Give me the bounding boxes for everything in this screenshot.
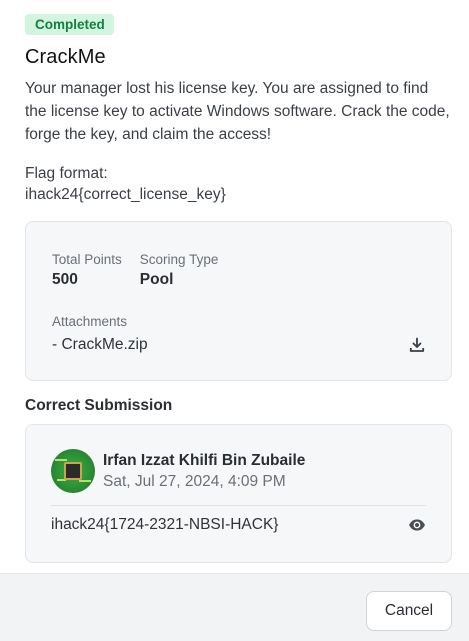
flag-format-value: ihack24{correct_license_key} (25, 186, 226, 203)
challenge-modal: Completed CrackMe Your manager lost his … (0, 0, 469, 641)
correct-submission-title: Correct Submission (25, 397, 173, 414)
scoring-type-value: Pool (139, 271, 174, 288)
modal-content: Completed CrackMe Your manager lost his … (0, 0, 469, 563)
submission-timestamp: Sat, Jul 27, 2024, 4:09 PM (103, 472, 286, 490)
total-points: Total Points 500 (52, 252, 122, 289)
avatar-trace (55, 459, 67, 461)
avatar-trace (79, 480, 91, 482)
submitted-flag-row: ihack24{1724-2321-NBSI-HACK} (51, 516, 426, 534)
modal-footer: Cancel (0, 573, 469, 641)
scoring-type: Scoring Type Pool (140, 252, 219, 289)
scoring-type-label: Scoring Type (139, 252, 219, 267)
challenge-title: CrackMe (25, 46, 106, 68)
flag-format-label: Flag format: (25, 165, 108, 182)
submitter-info: Irfan Izzat Khilfi Bin Zubaile Sat, Jul … (103, 452, 305, 491)
submission-card: Irfan Izzat Khilfi Bin Zubaile Sat, Jul … (25, 424, 452, 563)
attachment-item[interactable]: - CrackMe.zip (52, 336, 426, 354)
avatar-chip (64, 462, 82, 480)
submitter-name: Irfan Izzat Khilfi Bin Zubaile (103, 451, 306, 469)
download-icon[interactable] (408, 336, 426, 354)
divider (51, 505, 426, 506)
cancel-button[interactable]: Cancel (366, 591, 452, 631)
total-points-label: Total Points (52, 252, 122, 267)
stats-row: Total Points 500 Scoring Type Pool (52, 252, 426, 289)
challenge-info-card: Total Points 500 Scoring Type Pool Attac… (25, 221, 452, 381)
challenge-description: Your manager lost his license key. You a… (25, 80, 450, 143)
total-points-value: 500 (52, 271, 78, 288)
flag-format: Flag format: ihack24{correct_license_key… (25, 163, 452, 205)
submitter: Irfan Izzat Khilfi Bin Zubaile Sat, Jul … (51, 449, 426, 493)
submitted-flag: ihack24{1724-2321-NBSI-HACK} (51, 516, 279, 533)
eye-icon[interactable] (408, 516, 426, 534)
attachment-name[interactable]: - CrackMe.zip (52, 336, 148, 354)
avatar (51, 449, 95, 493)
status-badge: Completed (25, 14, 114, 35)
attachments-label: Attachments (52, 314, 128, 329)
